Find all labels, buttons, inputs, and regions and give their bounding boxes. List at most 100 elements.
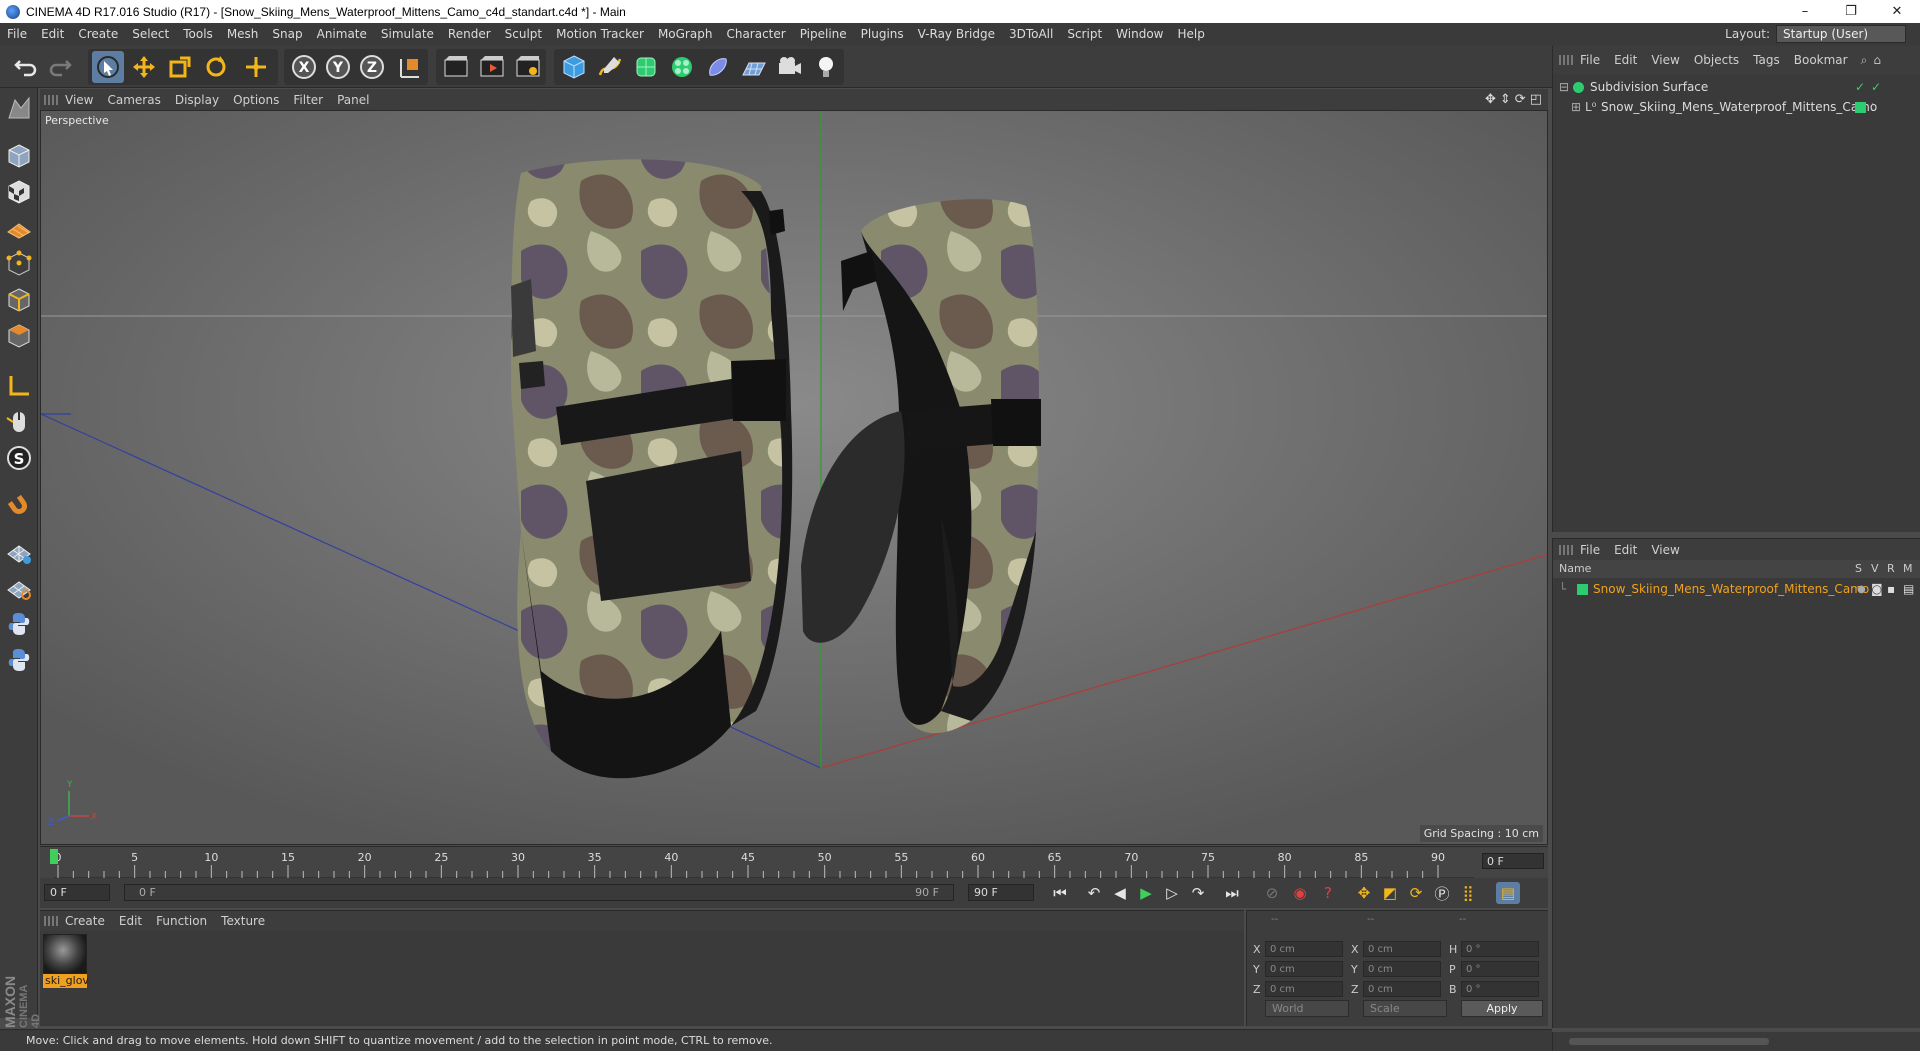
size-y-field[interactable]: 0 cm xyxy=(1363,961,1441,977)
goto-end-icon[interactable]: ⏭ xyxy=(1220,882,1244,904)
goto-next-key-icon[interactable]: ↷ xyxy=(1186,882,1210,904)
make-editable-icon[interactable] xyxy=(3,92,35,124)
edges-mode-icon[interactable] xyxy=(3,284,35,316)
rotation-b-field[interactable]: 0 ° xyxy=(1461,981,1539,997)
axis-mode-icon[interactable] xyxy=(3,370,35,402)
layer-menu-view[interactable]: View xyxy=(1644,543,1686,557)
texture-mode-icon[interactable] xyxy=(3,176,35,208)
recent-tool-icon[interactable] xyxy=(240,51,272,83)
layer-menu-file[interactable]: File xyxy=(1573,543,1607,557)
apply-button[interactable]: Apply xyxy=(1461,1000,1543,1017)
object-menu-file[interactable]: File xyxy=(1573,53,1607,67)
expand-icon[interactable]: ⊞ xyxy=(1571,98,1581,117)
minimize-button[interactable]: – xyxy=(1782,0,1828,23)
rotation-p-field[interactable]: 0 ° xyxy=(1461,961,1539,977)
viewport-menu-panel[interactable]: Panel xyxy=(330,93,376,107)
menu-snap[interactable]: Snap xyxy=(265,23,309,46)
deformer-icon[interactable] xyxy=(702,51,734,83)
layer-color-tag[interactable] xyxy=(1855,102,1866,113)
next-frame-icon[interactable]: ▷ xyxy=(1160,882,1184,904)
enabled-check-icon[interactable]: ✓ xyxy=(1871,78,1881,97)
menu-render[interactable]: Render xyxy=(441,23,498,46)
layer-row[interactable]: └ Snow_Skiing_Mens_Waterproof_Mittens_Ca… xyxy=(1553,580,1920,599)
snap-icon[interactable]: S xyxy=(3,442,35,474)
menu-character[interactable]: Character xyxy=(719,23,792,46)
viewport-zoom-icon[interactable]: ⇕ xyxy=(1500,92,1511,107)
scale-tool-icon[interactable] xyxy=(164,51,196,83)
render-icon[interactable]: ▪ xyxy=(1887,580,1895,599)
playhead[interactable] xyxy=(50,849,58,864)
size-z-field[interactable]: 0 cm xyxy=(1363,981,1441,997)
end-frame-field[interactable]: 90 F xyxy=(968,884,1034,901)
menu-file[interactable]: File xyxy=(0,23,34,46)
menu-window[interactable]: Window xyxy=(1109,23,1170,46)
menu-animate[interactable]: Animate xyxy=(310,23,374,46)
position-z-field[interactable]: 0 cm xyxy=(1265,981,1343,997)
cloner-icon[interactable] xyxy=(666,51,698,83)
menu-script[interactable]: Script xyxy=(1060,23,1109,46)
spline-pen-icon[interactable] xyxy=(594,51,626,83)
key-parameter-icon[interactable]: Ⓟ xyxy=(1430,882,1454,904)
y-axis-lock-icon[interactable]: Y xyxy=(322,51,354,83)
object-menu-objects[interactable]: Objects xyxy=(1687,53,1746,67)
solo-dot-icon[interactable]: ● xyxy=(1857,580,1866,599)
autokey-icon[interactable]: ? xyxy=(1316,882,1340,904)
object-menu-view[interactable]: View xyxy=(1644,53,1686,67)
menu-mograph[interactable]: MoGraph xyxy=(651,23,720,46)
menu-sculpt[interactable]: Sculpt xyxy=(498,23,549,46)
3d-viewport[interactable]: Y X Z Perspective Grid Spacing : 10 cm xyxy=(40,110,1548,845)
visible-eye-icon[interactable]: ◙ xyxy=(1871,580,1883,599)
menu-edit[interactable]: Edit xyxy=(34,23,71,46)
goto-prev-key-icon[interactable]: ↶ xyxy=(1082,882,1106,904)
x-axis-lock-icon[interactable]: X xyxy=(288,51,320,83)
polygons-mode-icon[interactable] xyxy=(3,320,35,352)
viewport-menu-cameras[interactable]: Cameras xyxy=(100,93,167,107)
size-x-field[interactable]: 0 cm xyxy=(1363,941,1441,957)
cube-primitive-icon[interactable] xyxy=(558,51,590,83)
menu-mesh[interactable]: Mesh xyxy=(220,23,266,46)
viewport-maximize-icon[interactable]: ◰ xyxy=(1530,92,1542,107)
frame-range-slider[interactable]: 0 F 90 F xyxy=(124,884,954,901)
material-menu-function[interactable]: Function xyxy=(149,914,214,928)
layer-menu-edit[interactable]: Edit xyxy=(1607,543,1644,557)
close-button[interactable]: ✕ xyxy=(1874,0,1920,23)
live-selection-icon[interactable] xyxy=(92,51,124,83)
scrollbar-thumb[interactable] xyxy=(1569,1038,1769,1045)
layer-color-swatch[interactable] xyxy=(1577,584,1588,595)
menu-motion-tracker[interactable]: Motion Tracker xyxy=(549,23,651,46)
subdivision-surface-icon[interactable] xyxy=(630,51,662,83)
menu-simulate[interactable]: Simulate xyxy=(374,23,441,46)
workplane-grid-icon[interactable] xyxy=(3,536,35,568)
prev-frame-icon[interactable]: ◀ xyxy=(1108,882,1132,904)
object-row-mittens[interactable]: ⊞ L⁰ Snow_Skiing_Mens_Waterproof_Mittens… xyxy=(1553,98,1920,117)
menu-create[interactable]: Create xyxy=(71,23,125,46)
menu-3dtoall[interactable]: 3DToAll xyxy=(1002,23,1060,46)
visibility-check-icon[interactable]: ✓ xyxy=(1855,78,1865,97)
key-scale-icon[interactable]: ◩ xyxy=(1378,882,1402,904)
timeline[interactable]: 0 5 10 15 20 25 30 35 40 45 50 55 60 65 … xyxy=(40,846,1548,879)
coordinate-system-icon[interactable] xyxy=(394,51,426,83)
home-icon[interactable]: ⌂ xyxy=(1873,53,1881,67)
undo-icon[interactable] xyxy=(10,51,42,83)
viewport-move-icon[interactable]: ✥ xyxy=(1485,92,1496,107)
position-y-field[interactable]: 0 cm xyxy=(1265,961,1343,977)
magnet-icon[interactable] xyxy=(3,490,35,522)
menu-plugins[interactable]: Plugins xyxy=(854,23,911,46)
model-mode-icon[interactable] xyxy=(3,140,35,172)
object-menu-bookmarks[interactable]: Bookmar xyxy=(1787,53,1855,67)
object-row-subdivision[interactable]: ⊟ Subdivision Surface ✓ ✓ xyxy=(1553,78,1920,97)
material-menu-edit[interactable]: Edit xyxy=(112,914,149,928)
play-icon[interactable]: ▶ xyxy=(1134,882,1158,904)
search-icon[interactable]: ⌕ xyxy=(1861,53,1868,68)
object-menu-edit[interactable]: Edit xyxy=(1607,53,1644,67)
render-view-icon[interactable] xyxy=(440,51,472,83)
viewport-menu-filter[interactable]: Filter xyxy=(286,93,330,107)
workplane-mode-icon[interactable] xyxy=(3,212,35,244)
menu-help[interactable]: Help xyxy=(1170,23,1211,46)
material-menu-texture[interactable]: Texture xyxy=(214,914,272,928)
tweak-mode-icon[interactable] xyxy=(3,406,35,438)
position-x-field[interactable]: 0 cm xyxy=(1265,941,1343,957)
size-mode-dropdown[interactable]: Scale xyxy=(1363,1000,1447,1017)
key-rotation-icon[interactable]: ⟳ xyxy=(1404,882,1428,904)
horizontal-scrollbar[interactable] xyxy=(1552,1032,1920,1051)
